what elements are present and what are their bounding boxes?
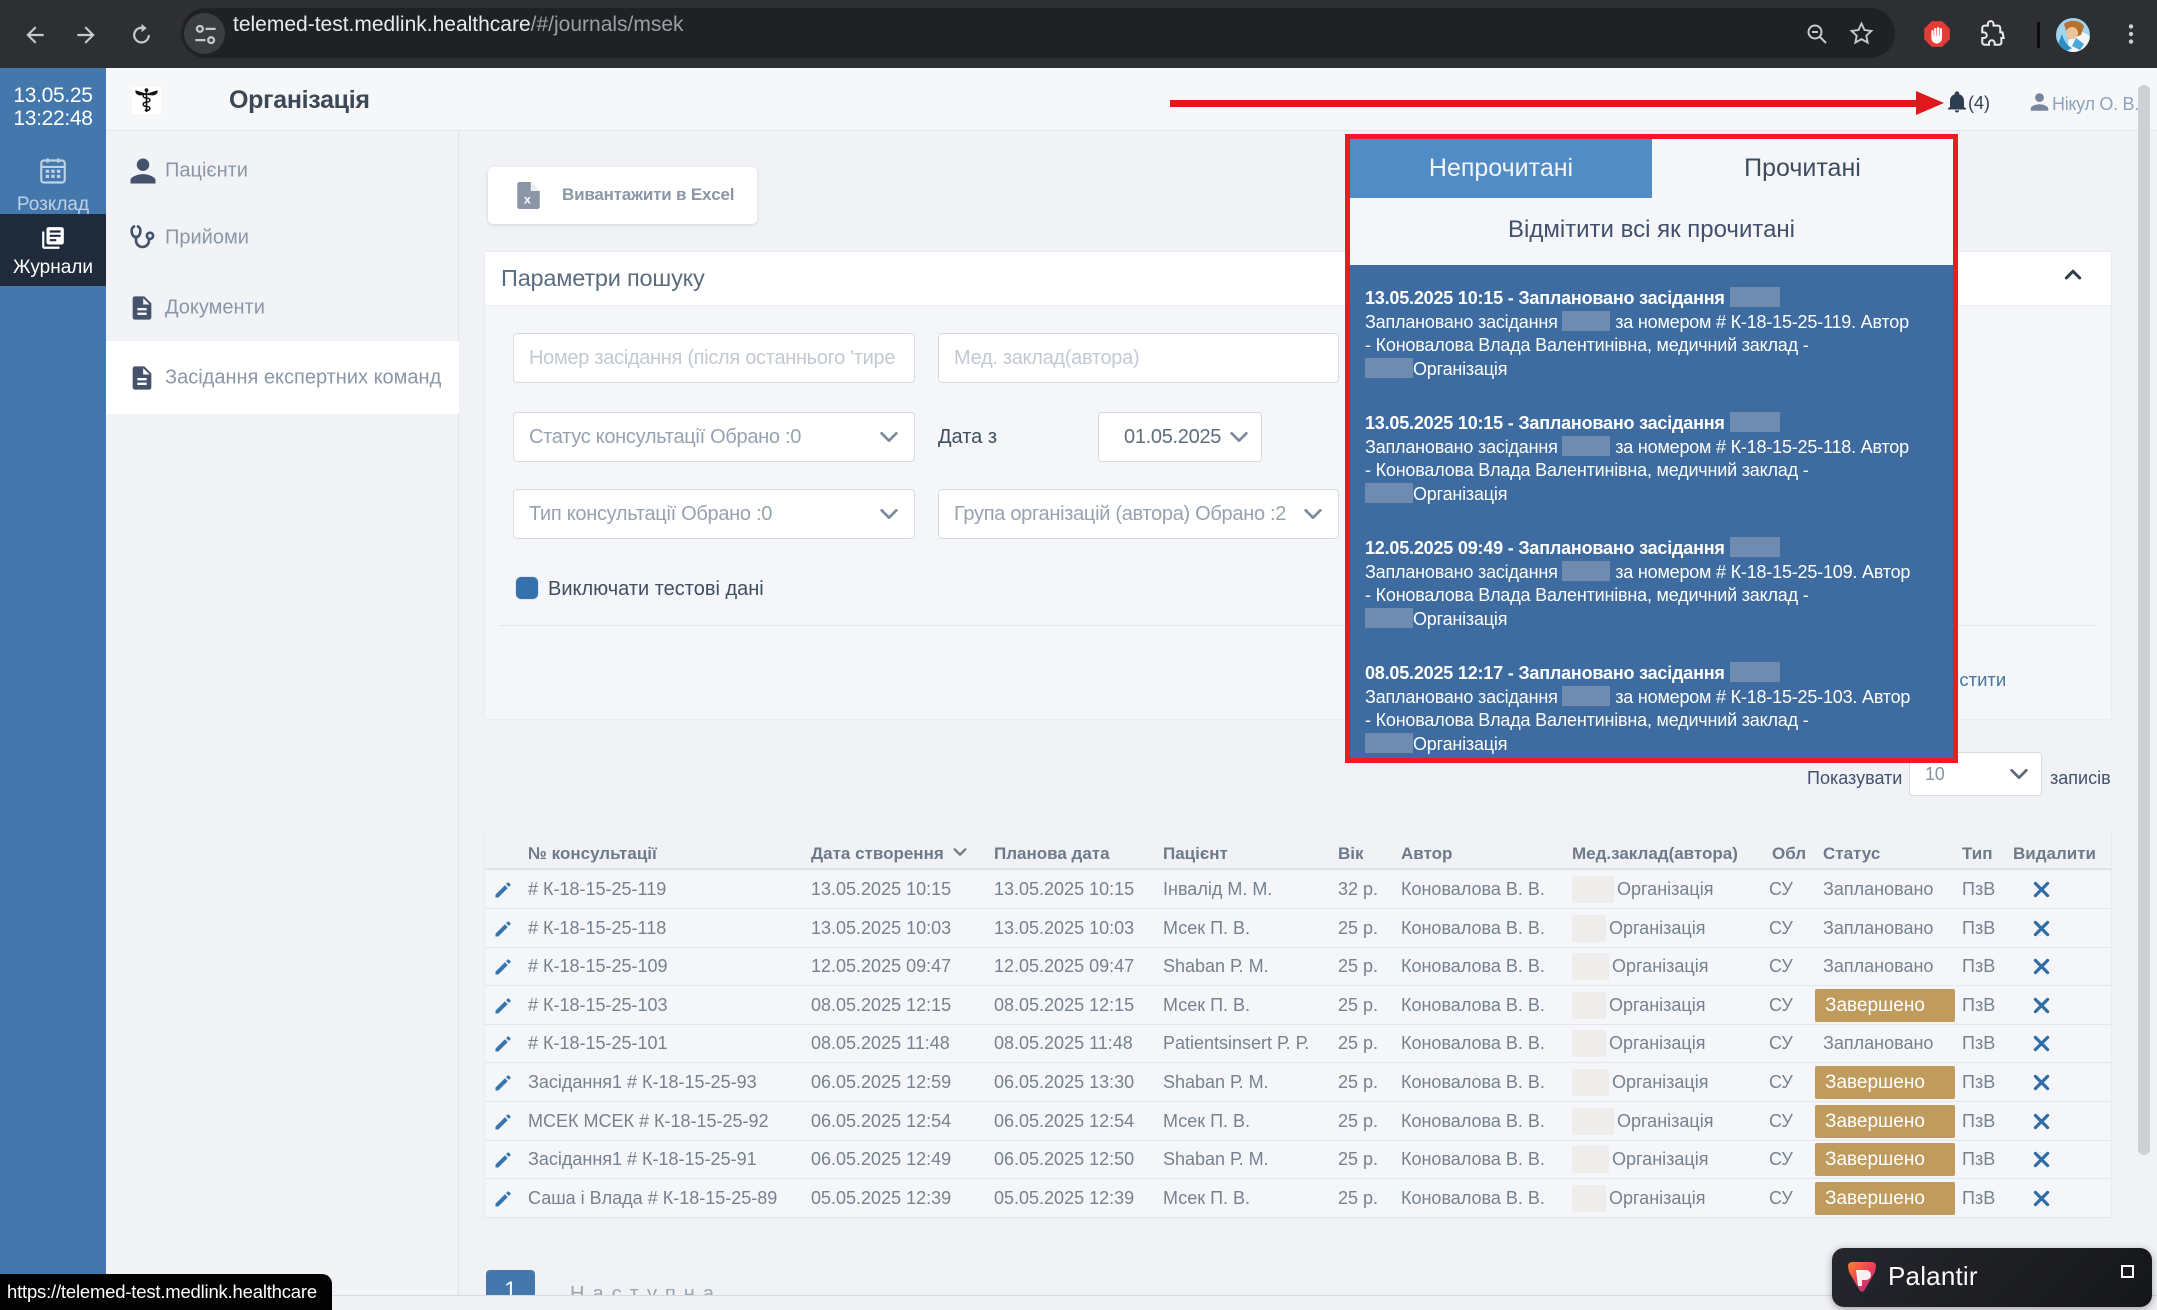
svg-text:x: x [524, 192, 531, 206]
